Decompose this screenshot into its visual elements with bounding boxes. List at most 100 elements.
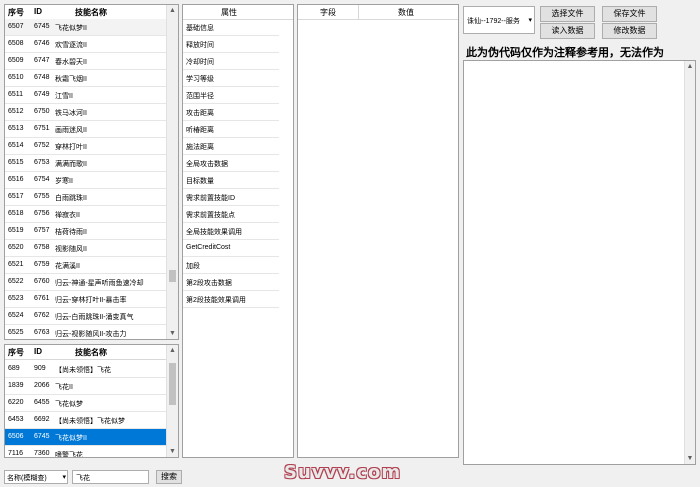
- cell-index: 6514: [8, 142, 24, 149]
- result-row[interactable]: 689 909 【尚未领悟】飞花: [5, 361, 168, 378]
- table-row[interactable]: 6517 6755 白雨跳珠II: [5, 189, 168, 206]
- table-row[interactable]: 6518 6756 禅寂衣II: [5, 206, 168, 223]
- table-row[interactable]: 6514 6752 穿林打叶II: [5, 138, 168, 155]
- read-data-button[interactable]: 读入数据: [540, 23, 595, 39]
- cell-name: 归云-穿林打叶II-暴击率: [55, 297, 127, 304]
- attribute-item[interactable]: 施法距离: [183, 138, 279, 155]
- textarea-scrollbar[interactable]: ▲ ▼: [684, 61, 695, 464]
- cell-name: 【尚未领悟】飞花似梦: [55, 418, 125, 425]
- table-row[interactable]: 6522 6760 归云-神通-星声听雨鱼速冷却: [5, 274, 168, 291]
- cell-name: 飞花似梦II: [55, 25, 87, 32]
- cell-id: 6757: [34, 227, 50, 234]
- cell-index: 6453: [8, 416, 24, 423]
- table-row[interactable]: 6512 6750 铁马冰河II: [5, 104, 168, 121]
- cell-id: 6762: [34, 312, 50, 319]
- table-row[interactable]: 6511 6749 江雪II: [5, 87, 168, 104]
- attribute-label: 目标数量: [186, 178, 214, 185]
- attribute-label: 第2段技能效果调用: [186, 297, 246, 304]
- attribute-item[interactable]: 攻击距离: [183, 104, 279, 121]
- search-results-scrollbar[interactable]: ▲ ▼: [166, 345, 178, 457]
- cell-name: 岁寒II: [55, 178, 73, 185]
- search-mode-select[interactable]: 名称(模糊查) ▾: [4, 470, 68, 484]
- table-row[interactable]: 6516 6754 岁寒II: [5, 172, 168, 189]
- attribute-item[interactable]: 需求前置技能点: [183, 206, 279, 223]
- cell-id: 6756: [34, 210, 50, 217]
- attribute-list[interactable]: 属性 基础信息 释放时间 冷却时间学习等级范围半径攻击距离听椿距离 施法距离 全局攻击数…: [182, 4, 294, 458]
- cell-name: 穿林打叶II: [55, 144, 87, 151]
- search-results-header: 序号 ID 技能名称: [5, 345, 178, 360]
- scroll-up-icon[interactable]: ▲: [167, 5, 178, 16]
- result-row[interactable]: 1839 2066 飞花II: [5, 378, 168, 395]
- search-results-grid[interactable]: 序号 ID 技能名称 689 909 【尚未领悟】飞花 1839 2066 飞花II 622…: [4, 344, 179, 458]
- cell-index: 6519: [8, 227, 24, 234]
- chevron-down-icon[interactable]: ▾: [62, 473, 66, 481]
- table-row[interactable]: 6523 6761 归云-穿林打叶II-暴击率: [5, 291, 168, 308]
- cell-index: 6523: [8, 295, 24, 302]
- result-row[interactable]: 7116 7360 嗜警飞花: [5, 446, 168, 457]
- scroll-up-icon[interactable]: ▲: [167, 345, 178, 356]
- attribute-label: 攻击距离: [186, 110, 214, 117]
- attribute-item[interactable]: GetCreditCost: [183, 240, 279, 257]
- scroll-thumb[interactable]: [169, 270, 176, 282]
- cell-name: 飞花II: [55, 384, 73, 391]
- cell-index: 6512: [8, 108, 24, 115]
- chevron-down-icon[interactable]: ▾: [528, 16, 532, 24]
- attribute-item[interactable]: 释放时间: [183, 36, 279, 53]
- cell-name: 春水碧天II: [55, 59, 87, 66]
- attribute-header: 属性: [221, 8, 237, 17]
- table-row[interactable]: 6519 6757 桔荷待雨II: [5, 223, 168, 240]
- field-value-header: 字段 数值: [298, 5, 458, 20]
- table-row[interactable]: 6507 6745 飞花似梦II: [5, 19, 168, 36]
- table-row[interactable]: 6509 6747 春水碧天II: [5, 53, 168, 70]
- result-row[interactable]: 6506 6745 飞花似梦II: [5, 429, 168, 446]
- cell-id: 6747: [34, 57, 50, 64]
- table-row[interactable]: 6508 6746 欢雪逐流II: [5, 36, 168, 53]
- table-row[interactable]: 6513 6751 画雨迷风II: [5, 121, 168, 138]
- select-file-button[interactable]: 选择文件: [540, 6, 595, 22]
- table-row[interactable]: 6521 6759 花满溪II: [5, 257, 168, 274]
- pseudo-code-textarea[interactable]: ▲ ▼: [463, 60, 696, 465]
- scroll-up-icon[interactable]: ▲: [685, 61, 695, 72]
- attribute-item[interactable]: 范围半径: [183, 87, 279, 104]
- cell-id: 2066: [34, 382, 50, 389]
- modify-data-button[interactable]: 修改数据: [602, 23, 657, 39]
- skill-list-scrollbar[interactable]: ▲ ▼: [166, 5, 178, 339]
- scroll-down-icon[interactable]: ▼: [685, 453, 695, 464]
- result-row[interactable]: 6220 6455 飞花似梦: [5, 395, 168, 412]
- cell-id: 7360: [34, 450, 50, 457]
- attribute-item[interactable]: 第2段技能效果调用: [183, 291, 279, 308]
- result-row[interactable]: 6453 6692 【尚未领悟】飞花似梦: [5, 412, 168, 429]
- attribute-item[interactable]: 需求前置技能ID: [183, 189, 279, 206]
- table-row[interactable]: 6510 6748 秋霜飞烟II: [5, 70, 168, 87]
- skill-list-grid[interactable]: 序号 ID 技能名称 6507 6745 飞花似梦II 6508 6746 欢雪逐流II 6…: [4, 4, 179, 340]
- cell-index: 6524: [8, 312, 24, 319]
- cell-id: 6751: [34, 125, 50, 132]
- cell-index: 6510: [8, 74, 24, 81]
- scroll-down-icon[interactable]: ▼: [167, 446, 178, 457]
- attribute-item[interactable]: 目标数量: [183, 172, 279, 189]
- attribute-item[interactable]: 全局攻击数据: [183, 155, 279, 172]
- table-row[interactable]: 6525 6763 归云-视影随风II-攻击力: [5, 325, 168, 339]
- attribute-label: 需求前置技能点: [186, 212, 235, 219]
- cell-id: 909: [34, 365, 46, 372]
- attribute-item[interactable]: 第2段攻击数据: [183, 274, 279, 291]
- attribute-item[interactable]: 全局技能效果调用: [183, 223, 279, 240]
- attribute-item[interactable]: 学习等级: [183, 70, 279, 87]
- attribute-item[interactable]: 冷却时间: [183, 53, 279, 70]
- cell-id: 6750: [34, 108, 50, 115]
- attribute-label: 学习等级: [186, 76, 214, 83]
- pseudo-code-note: 此为伪代码仅作为注释参考用，无法作为: [466, 46, 664, 59]
- table-row[interactable]: 6520 6758 视影随风II: [5, 240, 168, 257]
- table-row[interactable]: 6524 6762 归云-白雨跳珠II-涌变真气: [5, 308, 168, 325]
- scroll-thumb[interactable]: [169, 363, 176, 405]
- field-value-table[interactable]: 字段 数值: [297, 4, 459, 458]
- attribute-item[interactable]: 听椿距离: [183, 121, 279, 138]
- table-row[interactable]: 6515 6753 满满而歌II: [5, 155, 168, 172]
- attribute-item[interactable]: 基础信息: [183, 19, 279, 36]
- save-file-button[interactable]: 保存文件: [602, 6, 657, 22]
- server-combo[interactable]: 诛仙--1792--服务 ▾: [463, 6, 535, 34]
- search-input[interactable]: 飞花: [72, 470, 149, 484]
- attribute-item[interactable]: 加段: [183, 257, 279, 274]
- search-button[interactable]: 搜索: [156, 470, 182, 484]
- scroll-down-icon[interactable]: ▼: [167, 328, 178, 339]
